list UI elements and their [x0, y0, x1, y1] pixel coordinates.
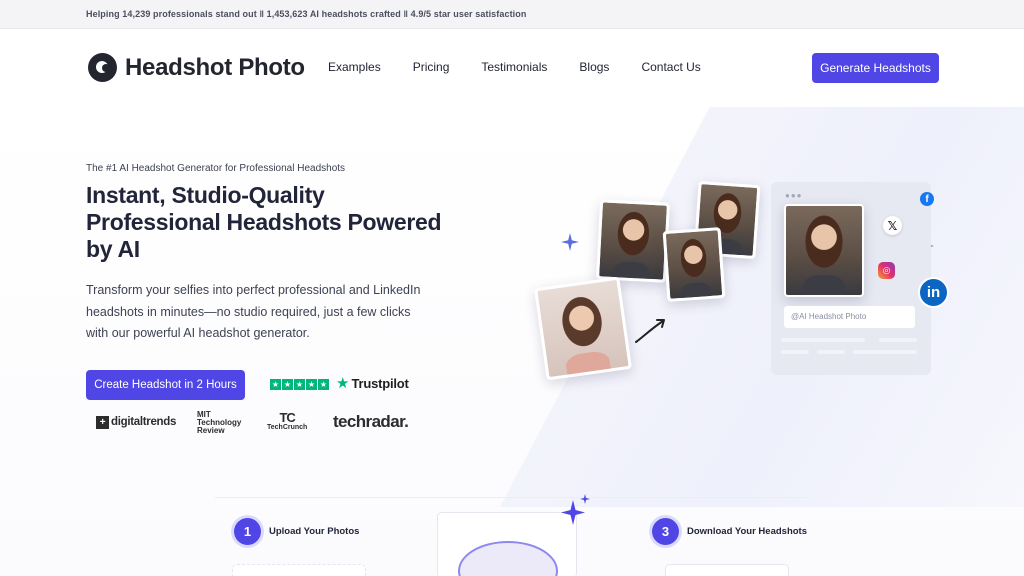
- mit-text: Review: [197, 426, 225, 435]
- selfie-photo: [533, 276, 633, 381]
- steps-section: 1 Upload Your Photos 3 Download Your Hea…: [215, 494, 810, 576]
- upload-dropzone[interactable]: [232, 564, 366, 576]
- profile-handle-field: @AI Headshot Photo: [784, 306, 915, 328]
- trustpilot-star-icon: ★: [336, 375, 350, 392]
- logo-icon: [88, 53, 117, 82]
- social-profile-panel: ●●● @AI Headshot Photo: [771, 182, 931, 375]
- placeholder-line: [879, 338, 917, 342]
- headshot-photo: [595, 199, 671, 283]
- plus-icon: +: [96, 415, 109, 429]
- sparkle-icon: [561, 494, 590, 525]
- nav-blogs[interactable]: Blogs: [579, 60, 609, 74]
- step-label: Download Your Headshots: [687, 526, 807, 537]
- hero-eyebrow: The #1 AI Headshot Generator for Profess…: [86, 163, 346, 174]
- star-icon: ★: [318, 379, 329, 390]
- digitaltrends-logo: + digitaltrends: [96, 410, 176, 434]
- trustpilot-text: Trustpilot: [351, 376, 409, 391]
- step-download: 3 Download Your Headshots: [652, 518, 807, 545]
- window-dots-icon: ●●●: [785, 191, 803, 200]
- digitaltrends-text: digitaltrends: [111, 416, 177, 428]
- download-card: [665, 564, 789, 576]
- hero-title: Instant, Studio-Quality Professional Hea…: [86, 182, 442, 262]
- nav-examples[interactable]: Examples: [328, 60, 381, 74]
- trustpilot-stars: ★ ★ ★ ★ ★: [270, 379, 329, 390]
- step-number: 1: [234, 518, 261, 545]
- star-icon: ★: [294, 379, 305, 390]
- headshot-photo: [662, 227, 726, 302]
- hero-subtitle: Transform your selfies into perfect prof…: [86, 283, 421, 340]
- x-icon: 𝕏: [883, 216, 902, 235]
- nav-contact-us[interactable]: Contact Us: [641, 60, 700, 74]
- logo[interactable]: Headshot Photo: [88, 53, 305, 82]
- mit-technology-review-logo: MIT Technology Review: [197, 411, 241, 435]
- placeholder-line: [781, 338, 865, 342]
- trustpilot-logo[interactable]: ★ Trustpilot: [336, 376, 409, 391]
- step-upload: 1 Upload Your Photos: [234, 518, 359, 545]
- profile-headshot: [784, 204, 864, 297]
- main-nav: Examples Pricing Testimonials Blogs Cont…: [328, 60, 733, 74]
- instagram-icon: ◎: [878, 262, 895, 279]
- step-label: Upload Your Photos: [269, 526, 360, 537]
- placeholder-line: [853, 350, 917, 354]
- techcrunch-mark: TC: [279, 410, 295, 425]
- placeholder-line: [817, 350, 845, 354]
- create-headshot-button[interactable]: Create Headshot in 2 Hours: [86, 370, 245, 400]
- star-icon: ★: [282, 379, 293, 390]
- star-icon: ★: [270, 379, 281, 390]
- hero-section: The #1 AI Headshot Generator for Profess…: [0, 107, 1024, 576]
- announcement-text: Helping 14,239 professionals stand out ‖…: [86, 9, 527, 19]
- techradar-text: techradar.: [333, 412, 409, 431]
- generate-headshots-button[interactable]: Generate Headshots: [812, 53, 939, 83]
- facebook-icon: f: [920, 192, 934, 206]
- techradar-logo: techradar.: [333, 410, 409, 434]
- arrow-icon: [635, 319, 665, 343]
- placeholder-line: [781, 350, 809, 354]
- nav-testimonials[interactable]: Testimonials: [481, 60, 547, 74]
- step-number: 3: [652, 518, 679, 545]
- star-icon: ★: [306, 379, 317, 390]
- logo-text: Headshot Photo: [125, 53, 305, 81]
- site-header: Headshot Photo Examples Pricing Testimon…: [0, 29, 1024, 107]
- nav-pricing[interactable]: Pricing: [413, 60, 450, 74]
- techcrunch-text: TechCrunch: [267, 424, 308, 431]
- processing-ring: [458, 541, 558, 576]
- announcement-bar: Helping 14,239 professionals stand out ‖…: [0, 0, 1024, 29]
- techcrunch-logo: TC TechCrunch: [267, 410, 308, 436]
- step-card: [437, 512, 577, 576]
- linkedin-icon: in: [918, 277, 949, 308]
- sparkle-icon: [561, 233, 579, 251]
